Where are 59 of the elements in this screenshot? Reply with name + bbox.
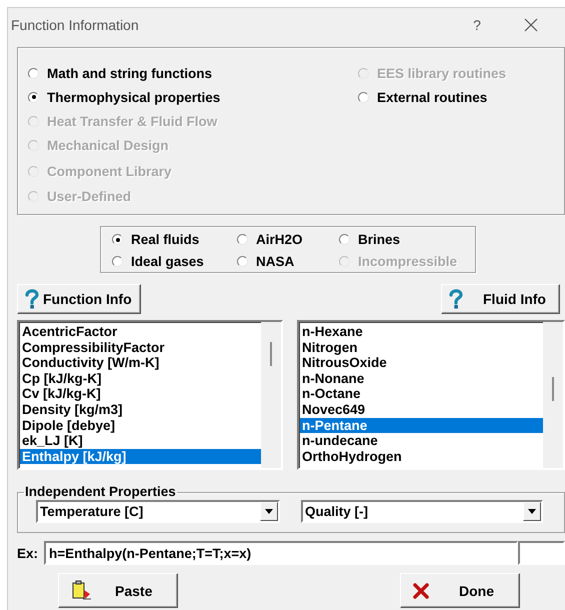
list-item[interactable]: Novec649: [300, 402, 543, 418]
radio-label: External routines: [377, 90, 488, 104]
radio-button[interactable]: [237, 234, 248, 245]
list-item[interactable]: Enthalpy [kJ/kg]: [20, 448, 261, 464]
property-dropdown[interactable]: Quality [-]: [301, 500, 543, 523]
function-info-button[interactable]: Function Info: [17, 284, 141, 314]
list-item[interactable]: Conductivity [W/m-K]: [20, 355, 261, 371]
list-item[interactable]: CompressibilityFactor: [20, 340, 261, 356]
list-item[interactable]: Dipole [debye]: [20, 418, 261, 434]
radio-button[interactable]: [358, 92, 369, 102]
property-dropdown[interactable]: Temperature [C]: [36, 500, 280, 523]
radio-label: Heat Transfer & Fluid Flow: [47, 114, 218, 128]
list-item[interactable]: Cv [kJ/kg-K]: [20, 386, 261, 402]
group-title: Independent Properties: [24, 486, 177, 498]
input-field[interactable]: [518, 541, 565, 565]
question-mark-icon: [25, 289, 39, 309]
radio-label: Ideal gases: [131, 254, 204, 268]
radio-label: NASA: [256, 254, 294, 268]
radio-label: EES library routines: [377, 66, 506, 80]
list-item[interactable]: n-Hexane: [300, 324, 543, 340]
example-field[interactable]: h=Enthalpy(n-Pentane;T=T;x=x): [44, 541, 518, 565]
list-item[interactable]: ek_LJ [K]: [20, 433, 261, 449]
radio-label: Thermophysical properties: [47, 90, 220, 104]
radio-button[interactable]: [237, 256, 248, 266]
list-item[interactable]: n-undecane: [300, 433, 543, 449]
list-item[interactable]: NitrousOxide: [300, 355, 543, 371]
help-button[interactable]: ?: [462, 10, 492, 38]
list-item[interactable]: Nitrogen: [300, 340, 543, 356]
x-mark-icon: [413, 582, 429, 598]
radio-label: Incompressible: [358, 254, 458, 268]
radio-label: User-Defined: [47, 189, 132, 204]
radio-label: AirH2O: [256, 232, 303, 247]
scrollbar[interactable]: [543, 322, 563, 468]
radio-label: Mechanical Design: [47, 138, 169, 154]
clipboard-icon: [71, 580, 93, 602]
list-item[interactable]: Cp [kJ/kg-K]: [20, 370, 261, 386]
list-item[interactable]: AcentricFactor: [20, 324, 261, 340]
radio-button[interactable]: [339, 234, 350, 245]
list-item[interactable]: OrthoHydrogen: [300, 448, 543, 464]
close-icon: [524, 18, 538, 32]
radio-button[interactable]: [28, 68, 39, 78]
list-item[interactable]: n-Nonane: [300, 370, 543, 386]
done-button[interactable]: Done: [400, 573, 520, 608]
fluid-info-button[interactable]: Fluid Info: [441, 284, 560, 314]
radio-label: Math and string functions: [47, 66, 212, 80]
radio-label: Brines: [358, 232, 400, 247]
radio-button[interactable]: [112, 256, 123, 266]
question-mark-icon: [449, 289, 463, 309]
list-item[interactable]: Density [kg/m3]: [20, 402, 261, 418]
radio-button[interactable]: [112, 234, 123, 245]
window-title: Function Information: [11, 16, 140, 32]
list-item[interactable]: n-Pentane: [300, 418, 543, 434]
example-label: Ex:: [17, 546, 39, 560]
radio-label: Component Library: [47, 164, 172, 179]
radio-button[interactable]: [28, 92, 39, 102]
scrollbar[interactable]: [261, 322, 281, 468]
list-item[interactable]: n-Octane: [300, 386, 543, 402]
radio-label: Real fluids: [131, 232, 200, 247]
paste-button[interactable]: Paste: [58, 573, 178, 608]
